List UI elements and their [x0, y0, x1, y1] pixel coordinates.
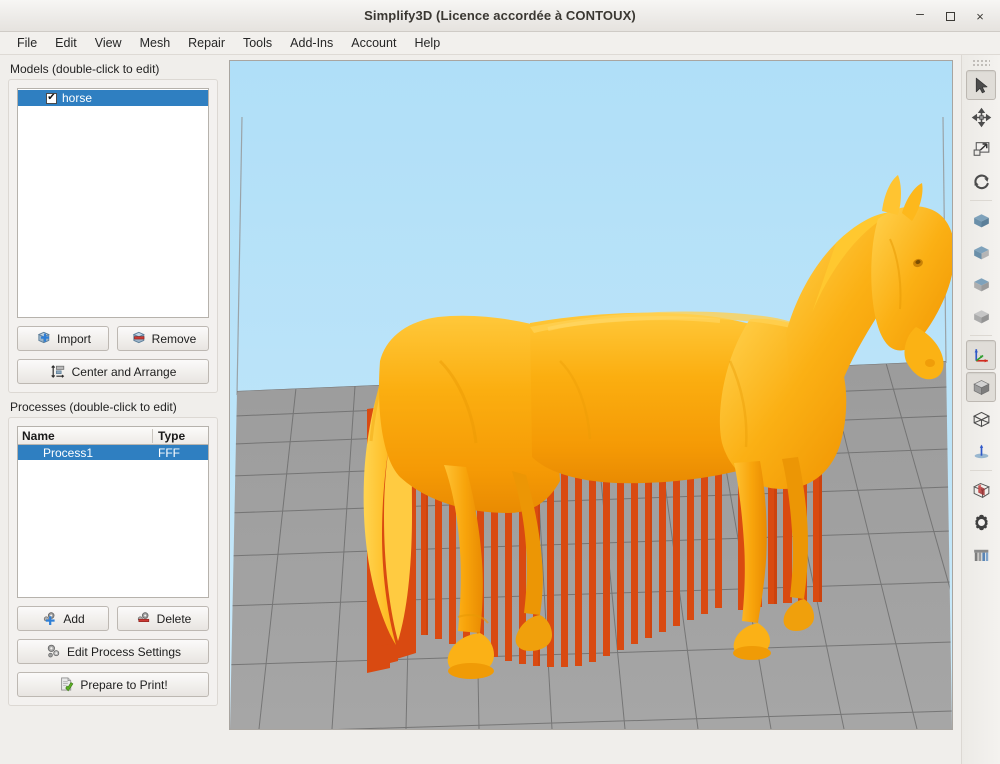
tool-move[interactable] [966, 102, 996, 132]
title-bar: Simplify3D (Licence accordée à CONTOUX) … [0, 0, 1000, 32]
tool-rotate[interactable] [966, 166, 996, 196]
tool-view-cube-iso[interactable] [966, 301, 996, 331]
column-header-type: Type [158, 428, 186, 443]
add-process-button[interactable]: Add [17, 606, 109, 631]
minimize-button[interactable]: – [906, 1, 934, 31]
processes-panel-title: Processes (double-click to edit) [10, 400, 177, 414]
z-axis-icon [974, 444, 988, 458]
tool-cursor-select[interactable] [966, 70, 996, 100]
supports-icon [973, 549, 988, 561]
edit-process-settings-label: Edit Process Settings [66, 644, 182, 659]
menu-mesh[interactable]: Mesh [131, 34, 180, 52]
model-name-label: horse [62, 91, 93, 105]
delete-process-button[interactable]: Delete [117, 606, 209, 631]
toolbar-separator-1 [970, 200, 992, 201]
tool-wireframe-view[interactable] [966, 404, 996, 434]
edit-process-settings-button[interactable]: Edit Process Settings [17, 639, 209, 664]
center-arrange-icon [50, 365, 64, 378]
menu-account[interactable]: Account [342, 34, 405, 52]
view-cube-front-icon [973, 213, 989, 227]
remove-button-label: Remove [151, 331, 197, 346]
tool-cross-section[interactable] [966, 475, 996, 505]
menu-help[interactable]: Help [405, 34, 449, 52]
view-cube-iso-icon [973, 309, 989, 323]
tool-scale[interactable] [966, 134, 996, 164]
process-type-cell: FFF [158, 445, 180, 460]
menu-view[interactable]: View [86, 34, 131, 52]
table-row[interactable]: Process1 FFF [18, 445, 208, 460]
menu-file[interactable]: File [8, 34, 46, 52]
menu-tools[interactable]: Tools [234, 34, 281, 52]
delete-button-label: Delete [156, 611, 192, 626]
tool-view-cube-top[interactable] [966, 269, 996, 299]
process-name-cell: Process1 [43, 445, 94, 460]
center-and-arrange-button[interactable]: Center and Arrange [17, 359, 209, 384]
window-title: Simplify3D (Licence accordée à CONTOUX) [364, 8, 636, 23]
axes-origin-icon [974, 348, 988, 362]
menu-edit[interactable]: Edit [46, 34, 86, 52]
left-panel: Models (double-click to edit) ✔ horse Im… [0, 55, 228, 760]
cross-section-icon [972, 482, 990, 498]
tool-settings[interactable] [966, 507, 996, 537]
cursor-select-icon [975, 77, 987, 93]
prepare-print-icon [61, 677, 74, 692]
toolbar-drag-handle[interactable] [972, 59, 990, 66]
solid-cube-icon [972, 379, 990, 395]
models-panel-title: Models (double-click to edit) [10, 62, 160, 76]
delete-gear-icon [137, 612, 149, 623]
add-gear-icon [44, 612, 55, 625]
model-visibility-checkbox[interactable]: ✔ [46, 92, 57, 104]
prepare-to-print-label: Prepare to Print! [80, 677, 168, 692]
tool-axes-origin[interactable] [966, 340, 996, 370]
menu-repair[interactable]: Repair [179, 34, 234, 52]
center-and-arrange-label: Center and Arrange [71, 364, 177, 379]
close-button[interactable]: × [966, 4, 994, 28]
viewport-scene [230, 116, 952, 729]
model-actions-row: Import Remove [17, 326, 209, 351]
view-cube-side-icon [973, 245, 989, 259]
tool-view-cube-front[interactable] [966, 205, 996, 235]
column-header-name: Name [18, 428, 153, 443]
view-cube-top-icon [973, 277, 989, 291]
main-area: Models (double-click to edit) ✔ horse Im… [0, 55, 1000, 764]
tool-z-axis-view[interactable] [966, 436, 996, 466]
window-controls: – × [906, 0, 994, 32]
maximize-icon [945, 11, 955, 21]
models-panel: ✔ horse Import Remove Center and Arrange [8, 79, 218, 393]
tool-view-cube-side[interactable] [966, 237, 996, 267]
rotate-icon [973, 174, 989, 189]
add-button-label: Add [63, 611, 85, 626]
scale-icon [973, 141, 989, 156]
move-icon [971, 107, 991, 127]
tool-solid-view[interactable] [966, 372, 996, 402]
prepare-to-print-button[interactable]: Prepare to Print! [17, 672, 209, 697]
models-list[interactable]: ✔ horse [17, 88, 209, 318]
remove-button[interactable]: Remove [117, 326, 209, 351]
tool-supports[interactable] [966, 539, 996, 569]
menu-add-ins[interactable]: Add-Ins [281, 34, 342, 52]
maximize-button[interactable] [936, 4, 964, 28]
remove-icon [132, 331, 145, 344]
3d-viewport[interactable] [229, 60, 953, 730]
menu-bar: File Edit View Mesh Repair Tools Add-Ins… [0, 32, 1000, 55]
model-list-item[interactable]: ✔ horse [18, 90, 208, 106]
processes-table[interactable]: Name Type Process1 FFF [17, 426, 209, 598]
gear-settings-icon [974, 514, 988, 530]
import-button-label: Import [56, 331, 91, 346]
import-icon [37, 331, 50, 344]
process-actions-row: Add Delete [17, 606, 209, 631]
wireframe-cube-icon [972, 411, 990, 427]
import-button[interactable]: Import [17, 326, 109, 351]
toolbar-separator-2 [970, 335, 992, 336]
settings-gears-icon [47, 644, 60, 658]
processes-panel: Name Type Process1 FFF Add Delete Edit P… [8, 417, 218, 706]
toolbar-separator-3 [970, 470, 992, 471]
processes-table-header: Name Type [18, 427, 208, 445]
right-toolbar [961, 55, 1000, 764]
